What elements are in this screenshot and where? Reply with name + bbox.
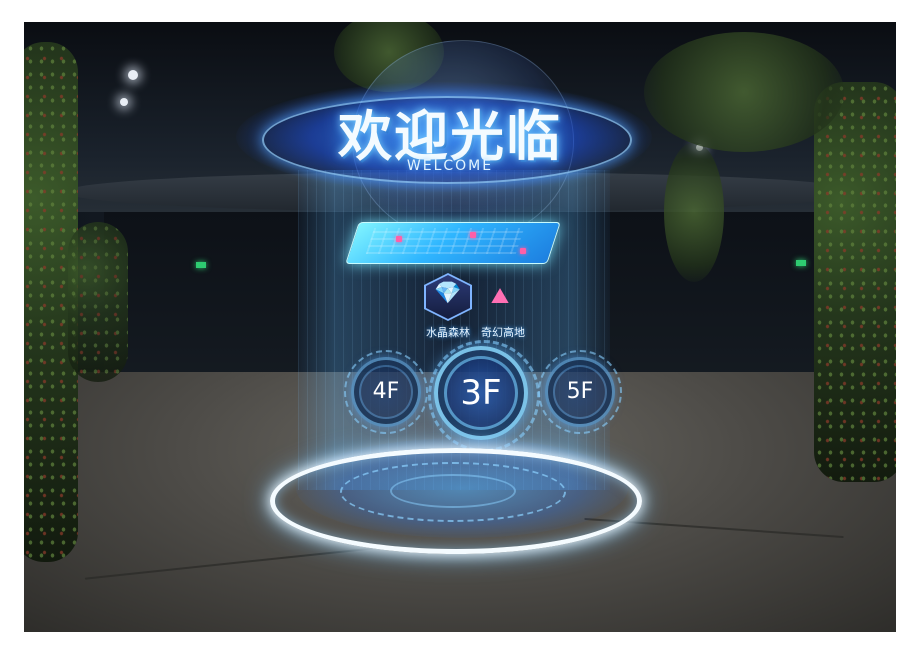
map-pin bbox=[396, 236, 402, 242]
zone-fantasy-highland-button[interactable]: ⛰ bbox=[478, 280, 522, 324]
exit-sign bbox=[196, 262, 206, 268]
hanging-vines bbox=[644, 32, 844, 152]
plant-wall-left-back bbox=[68, 222, 128, 382]
hanging-vines bbox=[664, 142, 724, 282]
zone-fantasy-highland-label: 奇幻高地 bbox=[481, 326, 525, 339]
mountain-icon: ⛰ bbox=[490, 284, 510, 309]
plant-wall-right bbox=[814, 82, 896, 482]
ceiling-lamp bbox=[128, 70, 138, 80]
floor-5f-button[interactable]: 5F bbox=[545, 357, 615, 427]
map-pin bbox=[470, 232, 476, 238]
map-pin bbox=[520, 248, 526, 254]
floor-4f-button[interactable]: 4F bbox=[351, 357, 421, 427]
ceiling-lamp bbox=[120, 98, 128, 106]
crystal-icon: 💎 bbox=[434, 281, 462, 306]
zone-crystal-forest-button[interactable]: 💎 bbox=[424, 273, 472, 323]
exit-sign bbox=[796, 260, 806, 266]
floor-3f-button[interactable]: 3F bbox=[434, 346, 528, 440]
floor-map-detail bbox=[365, 228, 525, 254]
teleport-base-ring bbox=[270, 448, 642, 554]
welcome-subtitle: WELCOME bbox=[406, 158, 494, 174]
